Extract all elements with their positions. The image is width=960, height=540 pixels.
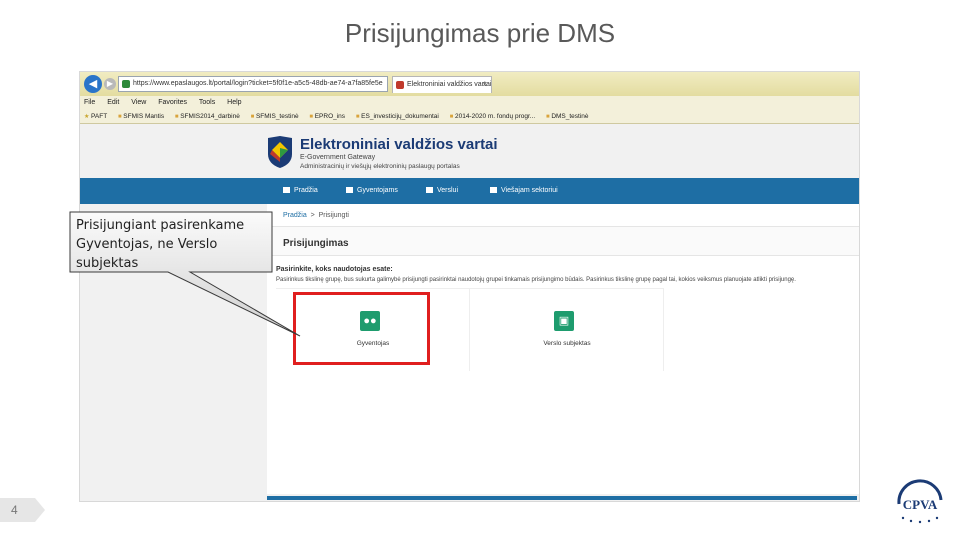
callout-line: subjektas <box>76 256 139 271</box>
callout-text: Prisijungiant pasirenkame Gyventojas, ne… <box>76 216 271 273</box>
callout-line: Prisijungiant pasirenkame <box>76 218 245 233</box>
callout-line: Gyventojas, ne Verslo <box>76 237 218 252</box>
slide: Prisijungimas prie DMS ◀ ▶ https://www.e… <box>0 0 960 540</box>
cpva-logo-text: CPVA <box>903 497 938 512</box>
page-number: 4 <box>11 503 18 517</box>
page-number-tab <box>0 498 45 522</box>
cpva-logo-icon: CPVA <box>897 479 943 524</box>
